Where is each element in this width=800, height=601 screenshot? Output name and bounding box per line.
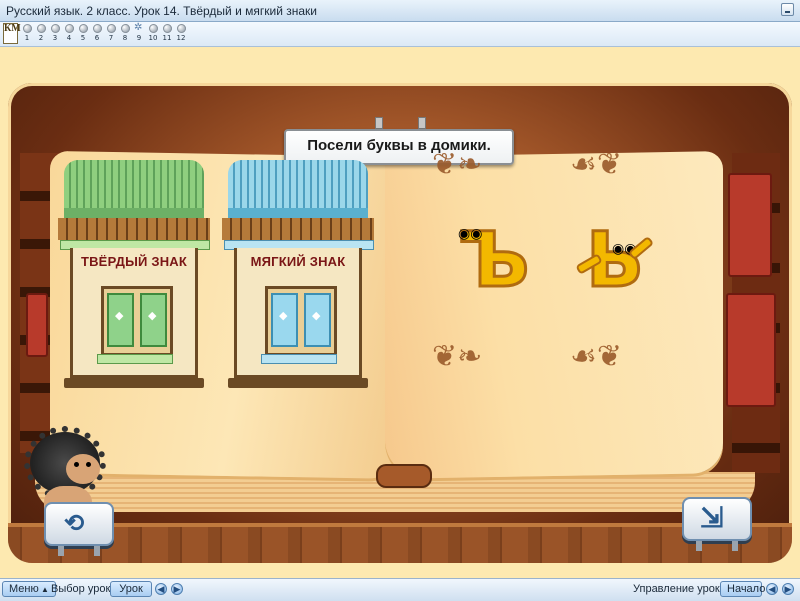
logo-text: КМ	[4, 23, 21, 34]
step-number: 9	[136, 34, 142, 42]
ornament-icon: ☙❦	[570, 339, 623, 374]
step-indicator-icon	[78, 24, 88, 33]
house-roof	[228, 160, 368, 218]
caret-up-icon: ▲	[38, 585, 49, 594]
start-button-label: Начало	[727, 583, 766, 595]
step-number: 6	[94, 34, 100, 42]
step-indicator-icon	[148, 24, 158, 33]
minimize-icon[interactable]	[781, 3, 794, 16]
window-sill	[97, 354, 173, 364]
step-dot-4[interactable]: 4	[62, 24, 76, 46]
house-attic	[222, 218, 374, 240]
start-button[interactable]: Начало	[720, 581, 766, 597]
step-indicator-icon	[120, 24, 130, 33]
house-body: ТВЁРДЫЙ ЗНАК	[70, 248, 198, 378]
book-spine	[376, 464, 432, 488]
pin-icon	[418, 117, 426, 129]
step-indicator-icon	[106, 24, 116, 33]
step-navigation: КМ 1 2 3 4 5 6 7 8 9 10 11 12	[0, 22, 800, 47]
step-number: 1	[24, 34, 30, 42]
step-dot-10[interactable]: 10	[146, 24, 160, 46]
house-soft-sign[interactable]: МЯГКИЙ ЗНАК	[222, 160, 374, 390]
step-indicator-icon	[176, 24, 186, 33]
house-window	[265, 286, 337, 356]
refresh-icon: ⟲	[64, 510, 85, 537]
window-titlebar: Русский язык. 2 класс. Урок 14. Твёрдый …	[0, 0, 800, 22]
step-indicator-icon	[22, 24, 32, 33]
shutter-right	[304, 293, 331, 347]
hedgehog-face	[66, 454, 100, 484]
button-leg	[732, 541, 738, 551]
shutter-left	[107, 293, 134, 347]
step-indicator-icon	[36, 24, 46, 33]
step-dot-6[interactable]: 6	[90, 24, 104, 46]
step-number: 11	[162, 34, 172, 42]
house-window	[101, 286, 173, 356]
step-dot-7[interactable]: 7	[104, 24, 118, 46]
step-dot-11[interactable]: 11	[160, 24, 174, 46]
house-body: МЯГКИЙ ЗНАК	[234, 248, 362, 378]
step-indicator-icon	[64, 24, 74, 33]
step-indicator-icon	[92, 24, 102, 33]
step-number: 4	[66, 34, 72, 42]
house-label: МЯГКИЙ ЗНАК	[250, 254, 346, 269]
shutter-left	[271, 293, 298, 347]
book-right-page	[385, 151, 723, 479]
bottom-toolbar: Меню ▲ Выбор урока: Урок ◀ ▶ Управление …	[0, 578, 800, 601]
step-indicator-icon	[162, 24, 172, 33]
step-number: 5	[80, 34, 86, 42]
step-dot-8[interactable]: 8	[118, 24, 132, 46]
step-number: 8	[122, 34, 128, 42]
step-number: 7	[108, 34, 114, 42]
lesson-button[interactable]: Урок	[110, 581, 152, 597]
lesson-stage: Посели буквы в домики. ТВЁРДЫЙ ЗНАК МЯГК…	[0, 47, 800, 578]
ornament-icon: ❦❧	[432, 339, 483, 374]
ornament-icon: ❦❧	[432, 147, 483, 182]
window-sill	[261, 354, 337, 364]
letter-eyes-icon: ◉◉	[458, 225, 483, 241]
next-step-arrow-icon[interactable]: ▶	[782, 583, 794, 595]
step-dot-3[interactable]: 3	[48, 24, 62, 46]
step-indicator-icon	[50, 24, 60, 33]
house-attic	[58, 218, 210, 240]
button-leg	[58, 546, 64, 556]
step-dot-1[interactable]: 1	[20, 24, 34, 46]
button-leg	[696, 541, 702, 551]
house-roof	[64, 160, 204, 218]
pin-icon	[375, 117, 383, 129]
house-hard-sign[interactable]: ТВЁРДЫЙ ЗНАК	[58, 160, 210, 390]
step-dot-12[interactable]: 12	[174, 24, 188, 46]
restart-button[interactable]: ⟲	[44, 502, 114, 556]
house-label: ТВЁРДЫЙ ЗНАК	[80, 254, 188, 269]
prev-step-arrow-icon[interactable]: ◀	[766, 583, 778, 595]
shutter-right	[140, 293, 167, 347]
step-number: 2	[38, 34, 44, 42]
ornament-icon: ☙❦	[570, 147, 623, 182]
current-step-icon	[135, 24, 144, 33]
exit-arrow-icon: ⇲	[700, 502, 724, 533]
lesson-button-label: Урок	[119, 583, 143, 595]
step-dots: 1 2 3 4 5 6 7 8 9 10 11 12	[20, 24, 188, 46]
step-dot-2[interactable]: 2	[34, 24, 48, 46]
button-leg	[94, 546, 100, 556]
step-number: 12	[176, 34, 186, 42]
step-dot-5[interactable]: 5	[76, 24, 90, 46]
step-dot-9-current[interactable]: 9	[132, 24, 146, 46]
menu-button[interactable]: Меню ▲	[2, 581, 56, 597]
step-number: 10	[148, 34, 158, 42]
house-base	[64, 378, 204, 388]
step-number: 3	[52, 34, 58, 42]
prev-lesson-arrow-icon[interactable]: ◀	[155, 583, 167, 595]
window-title: Русский язык. 2 класс. Урок 14. Твёрдый …	[6, 4, 317, 18]
menu-label: Меню	[9, 583, 39, 595]
next-lesson-arrow-icon[interactable]: ▶	[171, 583, 183, 595]
exit-button[interactable]: ⇲	[682, 497, 752, 551]
logo-icon: КМ	[3, 23, 21, 44]
house-base	[228, 378, 368, 388]
